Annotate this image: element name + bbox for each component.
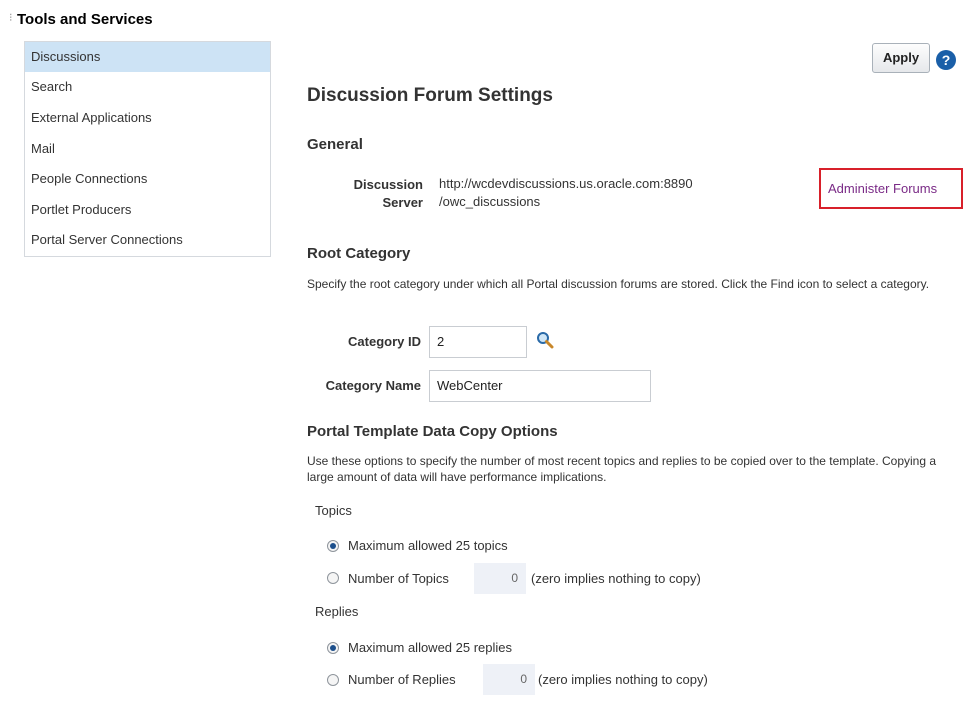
panel-grip-icon[interactable]: ⁝ xyxy=(9,13,13,24)
sidebar-list: Discussions Search External Applications… xyxy=(24,41,271,257)
category-name-label: Category Name xyxy=(325,378,421,393)
replies-label: Replies xyxy=(315,604,359,619)
topics-number-radio[interactable] xyxy=(327,572,339,584)
replies-number-radio[interactable] xyxy=(327,674,339,686)
sidebar-item-portlet-producers[interactable]: Portlet Producers xyxy=(25,195,270,225)
replies-max-label[interactable]: Maximum allowed 25 replies xyxy=(348,640,512,655)
replies-number-label[interactable]: Number of Replies xyxy=(348,672,456,687)
server-url-line2: /owc_discussions xyxy=(439,194,541,209)
sidebar-item-search[interactable]: Search xyxy=(25,72,270,102)
replies-hint: (zero implies nothing to copy) xyxy=(538,672,708,687)
category-id-input[interactable]: 2 xyxy=(429,326,527,358)
copy-options-description: Use these options to specify the number … xyxy=(307,454,937,484)
topics-max-radio[interactable] xyxy=(327,540,339,552)
copy-options-heading: Portal Template Data Copy Options xyxy=(307,423,558,440)
sidebar-item-portal-server-connections[interactable]: Portal Server Connections xyxy=(25,225,270,255)
category-name-input[interactable]: WebCenter xyxy=(429,370,651,402)
topics-number-label[interactable]: Number of Topics xyxy=(348,571,449,586)
root-category-description: Specify the root category under which al… xyxy=(307,277,930,291)
server-label-line2: Server xyxy=(382,195,423,210)
sidebar-item-external-applications[interactable]: External Applications xyxy=(25,103,270,133)
server-label-line1: Discussion xyxy=(353,177,423,192)
help-icon[interactable]: ? xyxy=(936,50,956,70)
replies-max-radio[interactable] xyxy=(327,642,339,654)
topics-label: Topics xyxy=(315,503,352,518)
general-heading: General xyxy=(307,136,363,153)
topics-max-label[interactable]: Maximum allowed 25 topics xyxy=(348,538,508,553)
sidebar-item-discussions[interactable]: Discussions xyxy=(25,42,270,72)
sidebar-item-people-connections[interactable]: People Connections xyxy=(25,164,270,194)
topics-number-input[interactable]: 0 xyxy=(474,563,526,594)
topics-hint: (zero implies nothing to copy) xyxy=(531,571,701,586)
replies-number-input[interactable]: 0 xyxy=(483,664,535,695)
page-title: Discussion Forum Settings xyxy=(307,85,553,106)
find-search-icon[interactable] xyxy=(536,331,554,349)
sidebar-item-mail[interactable]: Mail xyxy=(25,134,270,164)
sidebar-title: Tools and Services xyxy=(17,11,153,28)
apply-button[interactable]: Apply xyxy=(872,43,930,73)
server-url-line1: http://wcdevdiscussions.us.oracle.com:88… xyxy=(439,176,693,191)
category-id-label: Category ID xyxy=(348,334,421,349)
root-category-heading: Root Category xyxy=(307,245,411,262)
administer-forums-link[interactable]: Administer Forums xyxy=(828,181,937,196)
